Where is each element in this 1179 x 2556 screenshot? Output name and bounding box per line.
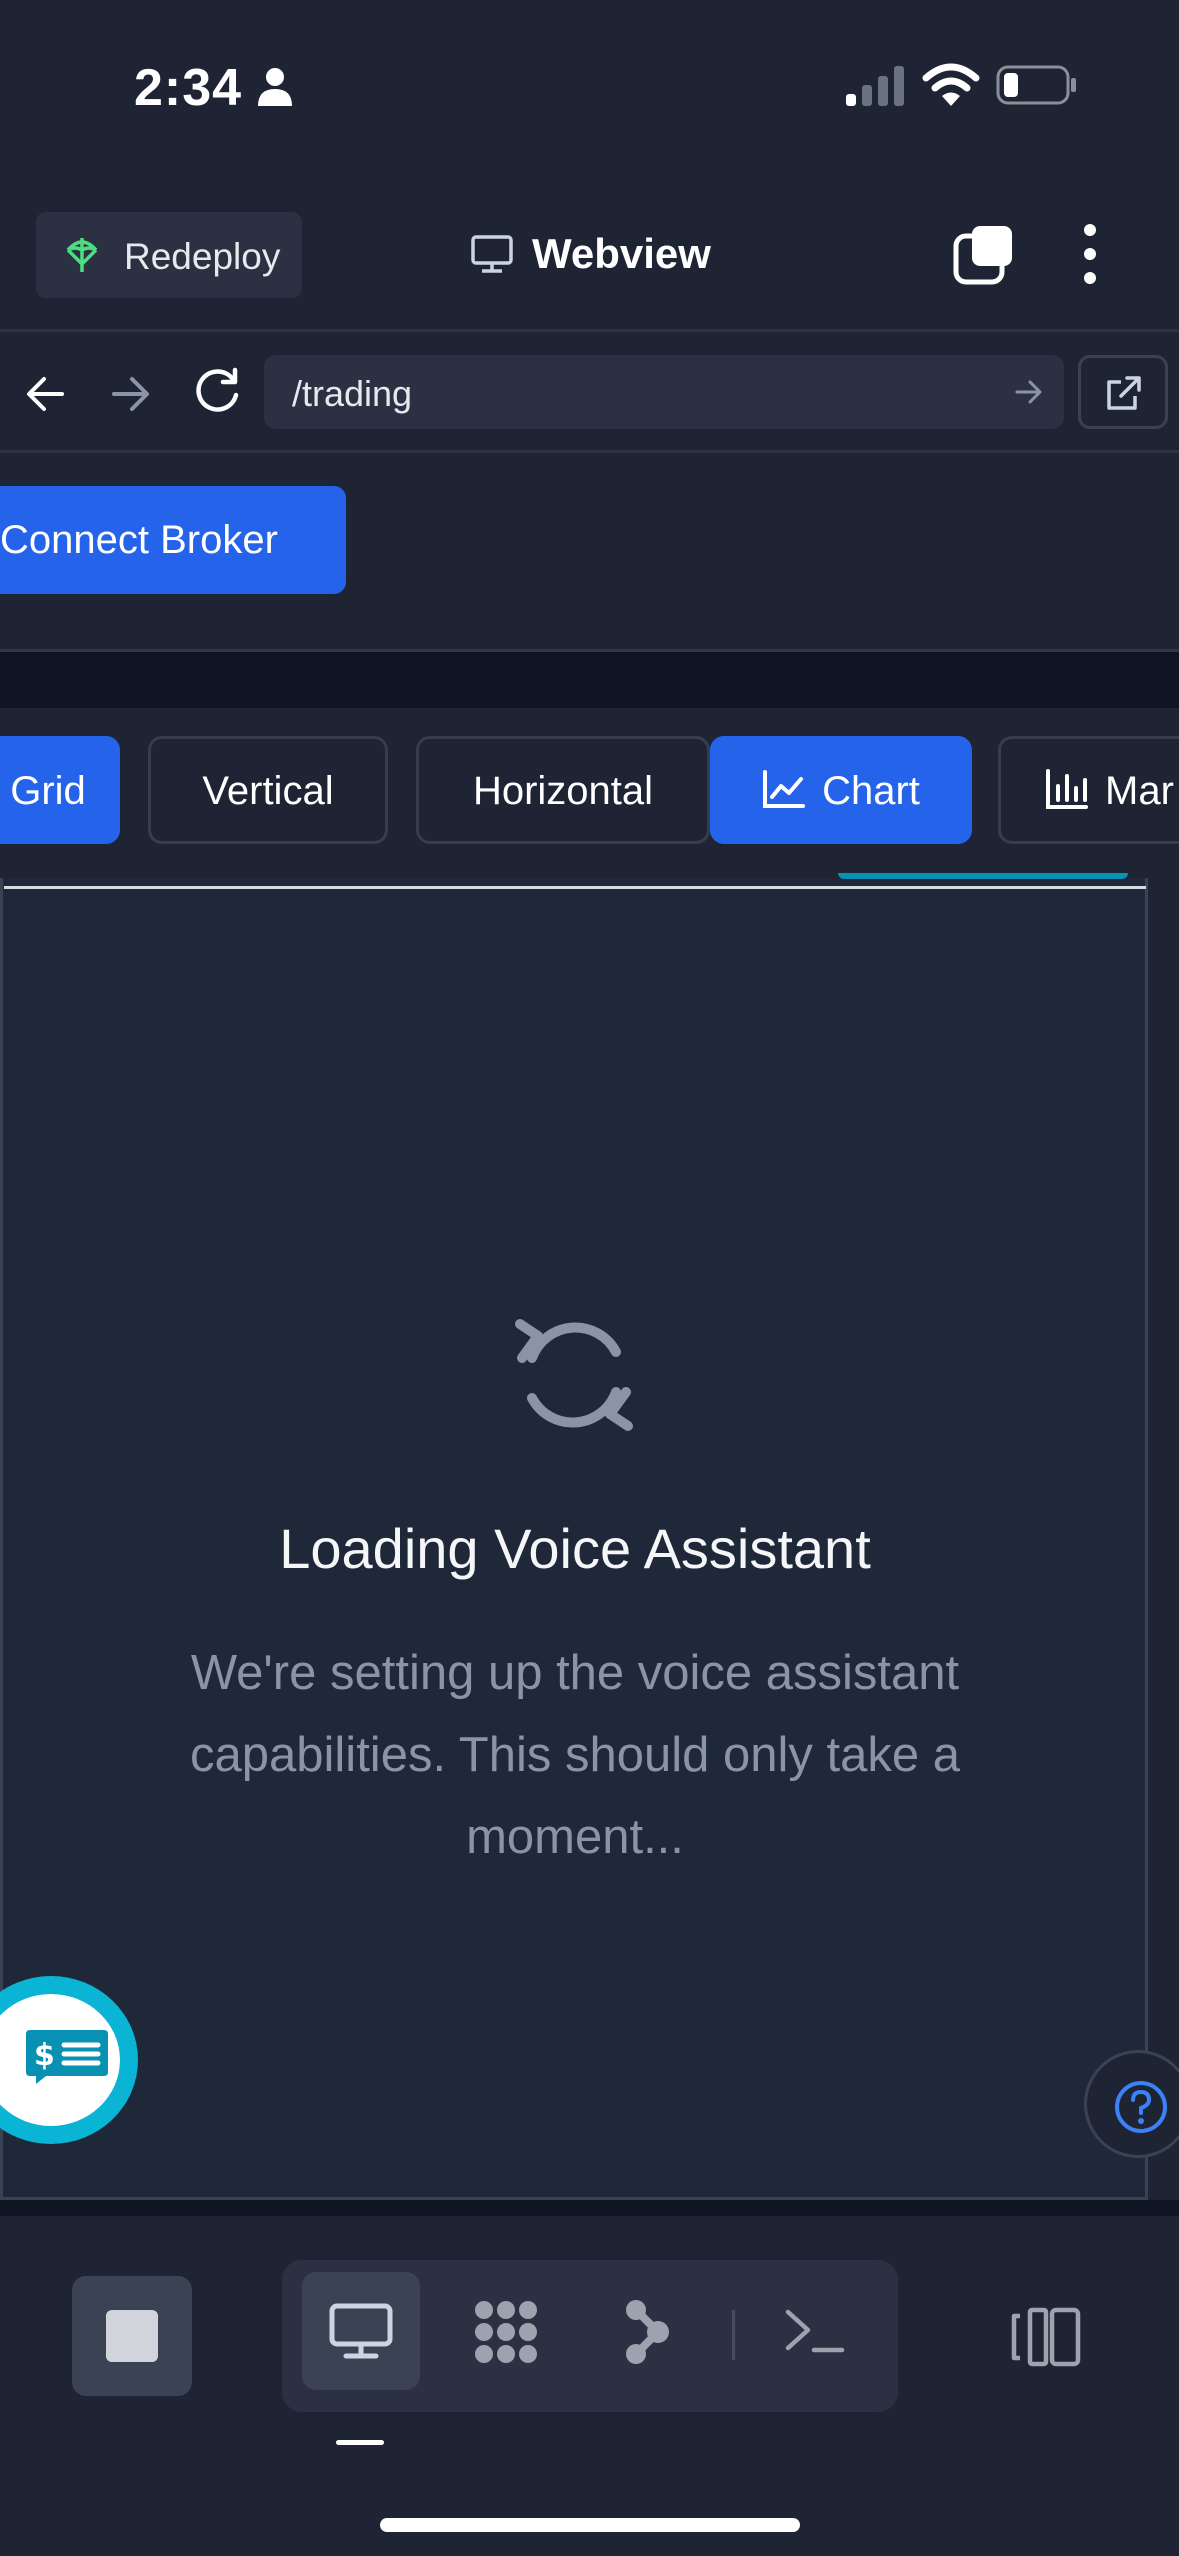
battery-icon bbox=[996, 65, 1076, 105]
bottom-divider bbox=[0, 2200, 1179, 2216]
webview-label: Webview bbox=[532, 230, 711, 277]
top-toolbar: Redeploy Webview bbox=[0, 170, 1179, 332]
terminal-icon bbox=[785, 2309, 845, 2353]
status-time: 2:34 bbox=[134, 59, 243, 117]
tab-market[interactable]: Mar bbox=[998, 736, 1179, 844]
forward-arrow-icon[interactable] bbox=[108, 371, 154, 417]
tab-vertical[interactable]: Vertical bbox=[148, 736, 388, 844]
workflow-icon bbox=[626, 2300, 669, 2364]
cyan-accent-bar bbox=[838, 873, 1128, 879]
tab-label: Vertical bbox=[202, 769, 334, 813]
connect-broker-button[interactable]: Connect Broker bbox=[0, 486, 346, 594]
loading-spinner-icon bbox=[515, 1319, 633, 1431]
webview-title: Webview bbox=[470, 228, 711, 280]
signal-icon bbox=[846, 66, 904, 106]
tab-chart[interactable]: Chart bbox=[710, 736, 972, 844]
tab-horizontal[interactable]: Horizontal bbox=[416, 736, 710, 844]
go-arrow-icon[interactable] bbox=[1014, 377, 1044, 407]
tab-label: Grid bbox=[10, 769, 86, 813]
tab-label: Chart bbox=[822, 769, 920, 813]
url-text: /trading bbox=[292, 373, 413, 414]
loading-title: Loading Voice Assistant bbox=[279, 1517, 871, 1580]
nav-desktop[interactable] bbox=[302, 2272, 420, 2390]
home-indicator[interactable] bbox=[380, 2518, 800, 2532]
tab-label: Horizontal bbox=[472, 769, 654, 813]
external-link-icon bbox=[1107, 376, 1141, 410]
deploy-icon bbox=[66, 238, 98, 272]
payment-fab-inner: $ bbox=[0, 1994, 120, 2126]
layout-tabs: Grid Vertical Horizontal Chart Mar bbox=[0, 708, 1179, 878]
redeploy-button[interactable]: Redeploy bbox=[36, 212, 302, 298]
active-nav-indicator bbox=[336, 2440, 384, 2445]
tab-grid[interactable]: Grid bbox=[0, 736, 120, 844]
svg-text:$: $ bbox=[34, 2038, 55, 2073]
money-chat-icon: $ bbox=[26, 2030, 108, 2084]
header-divider bbox=[0, 652, 1179, 708]
wifi-icon bbox=[922, 63, 980, 106]
loading-description: We're setting up the voice assistant cap… bbox=[190, 1646, 960, 1864]
tab-label: Mar bbox=[1105, 769, 1174, 813]
stop-button[interactable] bbox=[72, 2276, 192, 2396]
monitor-icon bbox=[471, 235, 513, 273]
url-input[interactable]: /trading bbox=[264, 355, 1064, 429]
stop-icon bbox=[106, 2310, 158, 2362]
reload-icon[interactable] bbox=[190, 365, 244, 419]
open-external-button[interactable] bbox=[1078, 355, 1168, 429]
page-header: Connect Broker bbox=[0, 456, 1179, 652]
right-gutter bbox=[1148, 878, 1179, 2200]
panel-top-border bbox=[4, 886, 1146, 889]
line-chart-icon bbox=[763, 770, 806, 809]
nav-group bbox=[282, 2260, 898, 2412]
nav-apps[interactable] bbox=[446, 2272, 564, 2390]
nav-terminal[interactable] bbox=[756, 2272, 874, 2390]
bottom-nav bbox=[0, 2216, 1179, 2556]
nav-divider bbox=[732, 2310, 735, 2360]
person-icon bbox=[258, 68, 292, 106]
back-arrow-icon[interactable] bbox=[22, 371, 68, 417]
side-panel-icon[interactable] bbox=[1010, 2306, 1084, 2368]
redeploy-label: Redeploy bbox=[124, 236, 281, 277]
status-bar: 2:34 bbox=[0, 0, 1179, 170]
bar-chart-icon bbox=[1046, 769, 1088, 810]
help-icon bbox=[1115, 2081, 1167, 2133]
url-bar: /trading bbox=[0, 335, 1179, 453]
tabs-icon[interactable] bbox=[952, 224, 1014, 286]
apps-icon bbox=[475, 2301, 537, 2363]
nav-workflow[interactable] bbox=[588, 2272, 706, 2390]
desktop-icon bbox=[329, 2303, 393, 2359]
more-options-icon[interactable] bbox=[1070, 222, 1110, 286]
